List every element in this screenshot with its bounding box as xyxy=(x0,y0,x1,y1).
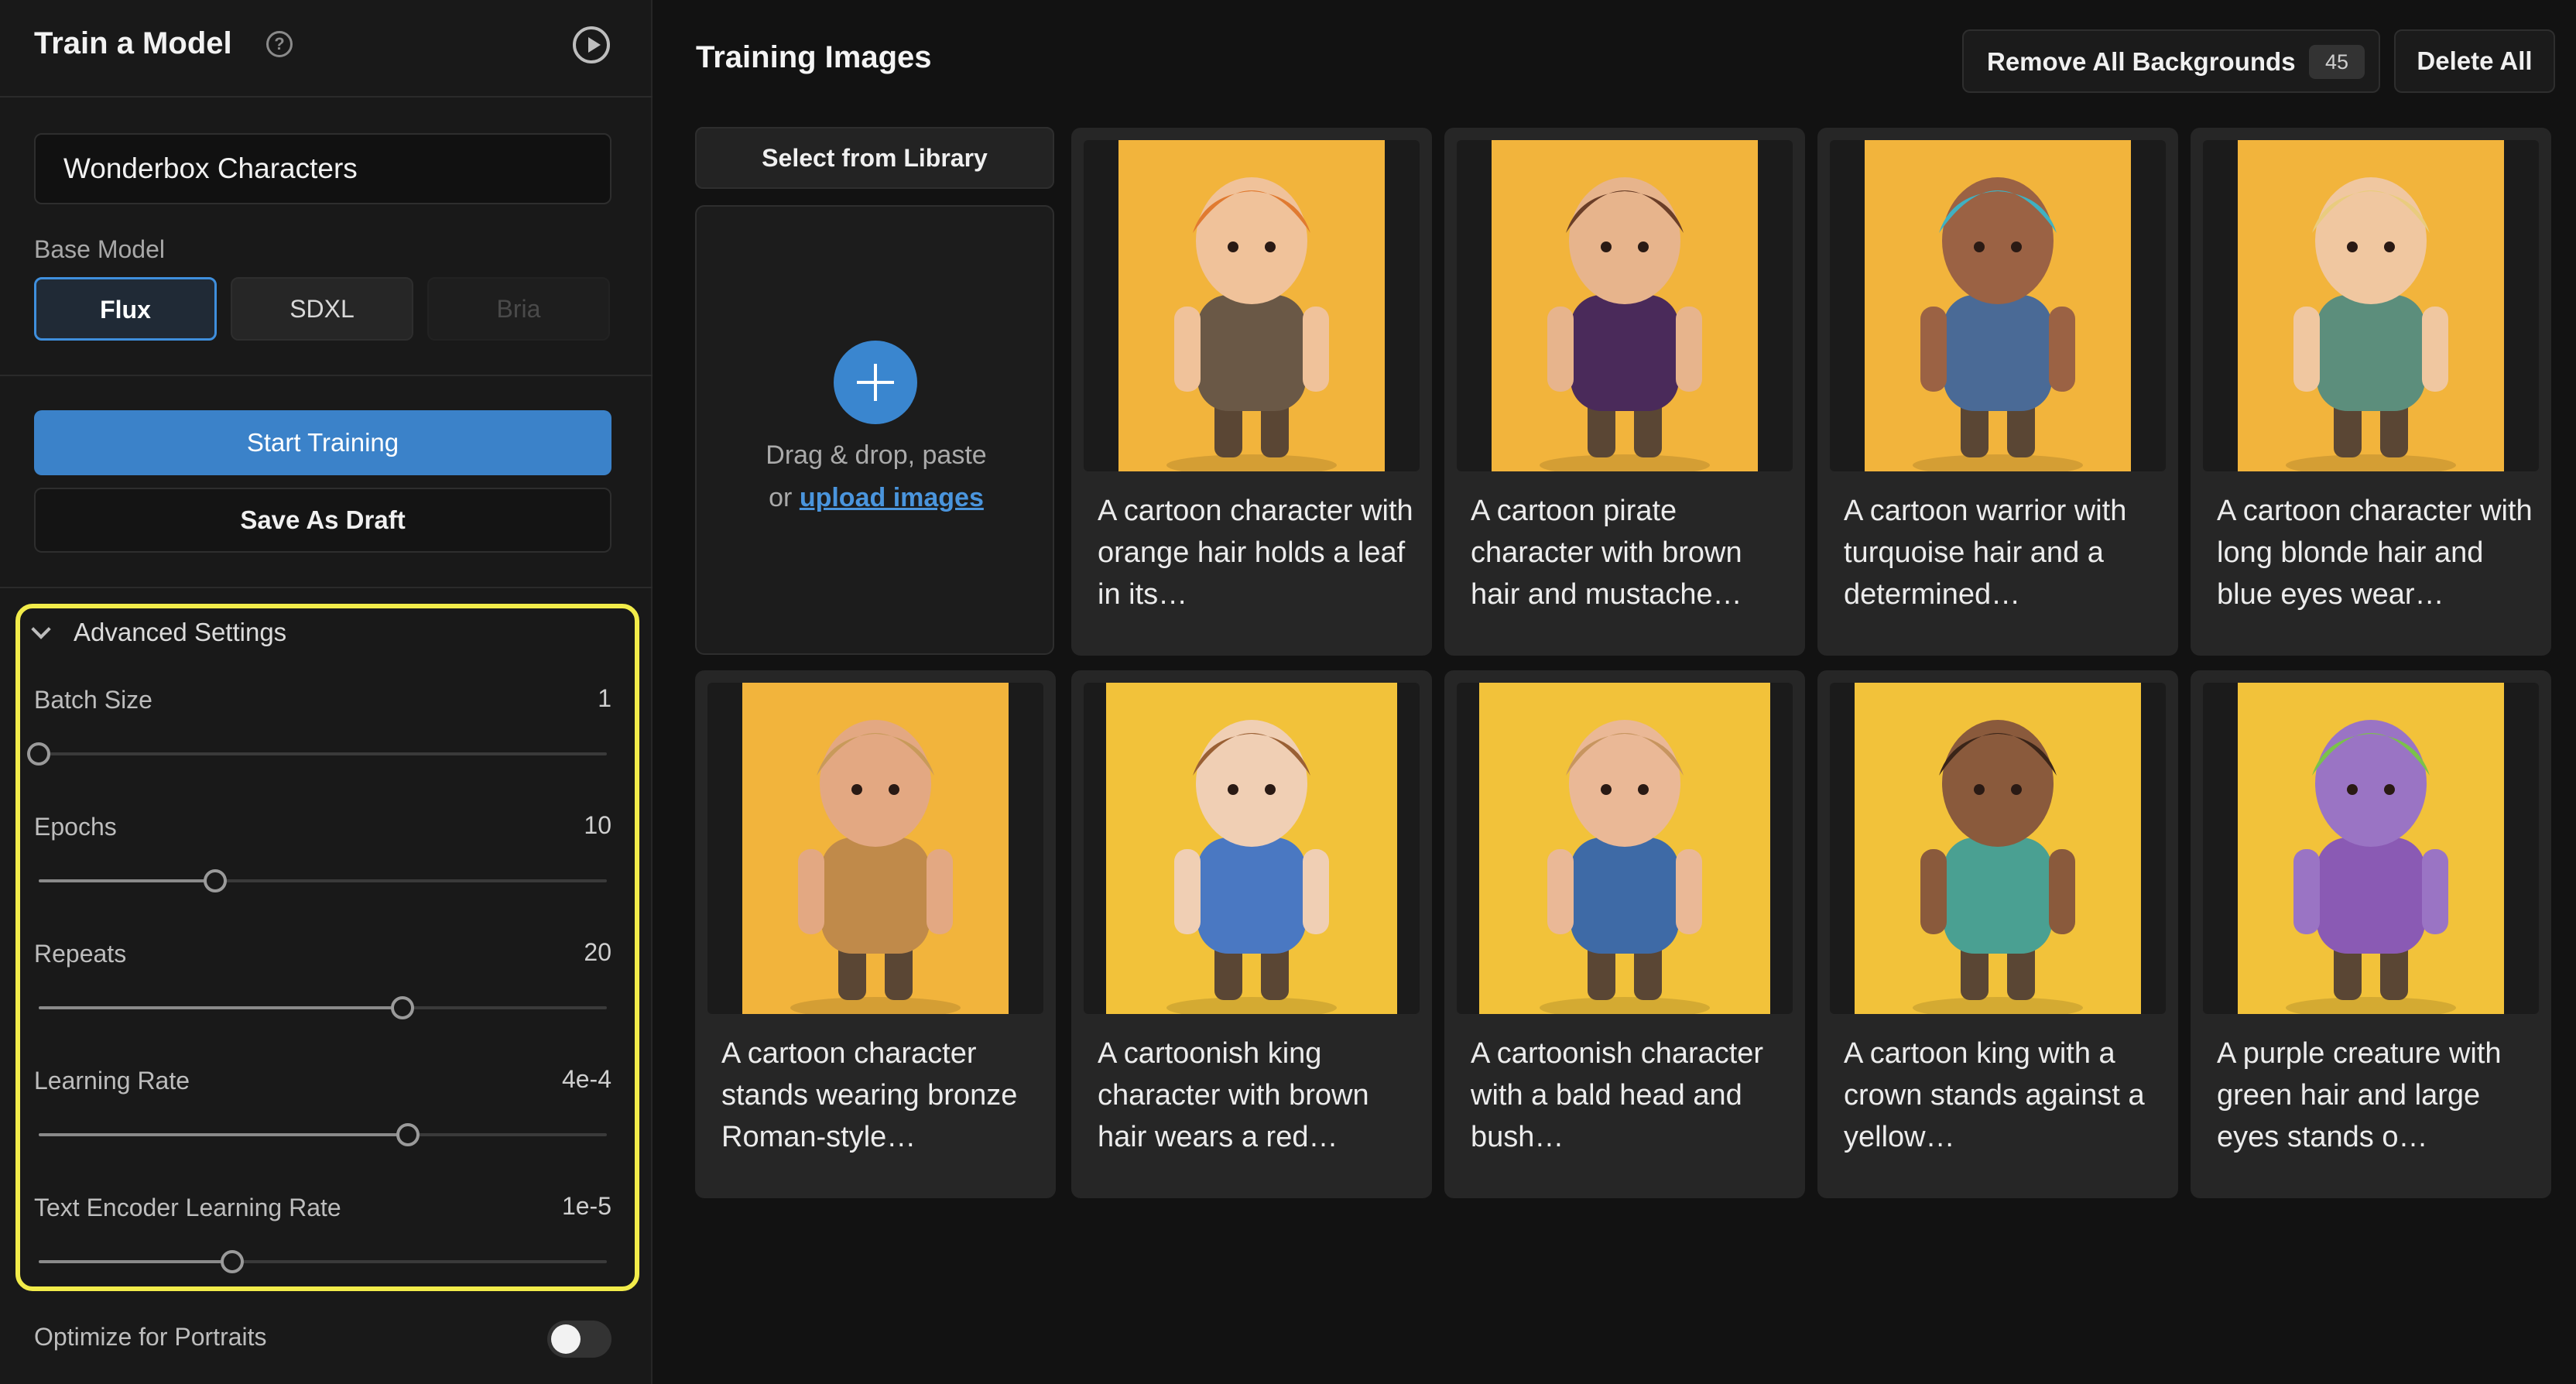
select-from-library-button[interactable]: Select from Library xyxy=(695,127,1054,189)
image-caption: A cartoon character stands wearing bronz… xyxy=(721,1037,1018,1153)
optimize-portraits-label: Optimize for Portraits xyxy=(34,1323,267,1351)
text-encoder-lr-label: Text Encoder Learning Rate xyxy=(34,1194,341,1221)
epochs-label: Epochs xyxy=(34,813,117,841)
base-model-bria-button[interactable]: Bria xyxy=(427,277,610,341)
remove-all-backgrounds-label: Remove All Backgrounds xyxy=(1987,47,2296,76)
image-caption: A cartoon character with orange hair hol… xyxy=(1098,495,1413,611)
text-encoder-lr-value: 1e-5 xyxy=(561,1192,611,1220)
sidebar-header: Train a Model ? xyxy=(0,0,653,98)
image-card[interactable]: A cartoon character with long blonde hai… xyxy=(2191,128,2551,656)
dropzone-text: Drag & drop, paste xyxy=(766,440,987,470)
plus-icon[interactable] xyxy=(834,341,917,424)
image-thumbnail[interactable] xyxy=(1830,683,2166,1014)
delete-all-button[interactable]: Delete All xyxy=(2394,29,2555,93)
character-image xyxy=(742,683,1009,1014)
character-image xyxy=(1479,683,1770,1014)
image-caption: A cartoon warrior with turquoise hair an… xyxy=(1844,495,2127,611)
image-card[interactable]: A purple creature with green hair and la… xyxy=(2191,670,2551,1198)
image-thumbnail[interactable] xyxy=(2203,683,2539,1014)
training-images-title: Training Images xyxy=(696,40,932,74)
base-model-flux-button[interactable]: Flux xyxy=(34,277,217,341)
remove-all-backgrounds-button[interactable]: Remove All Backgrounds 45 xyxy=(1962,29,2380,93)
character-image xyxy=(1855,683,2141,1014)
slider-thumb[interactable] xyxy=(27,742,50,766)
epochs-value: 10 xyxy=(584,811,611,839)
image-card[interactable]: A cartoon character with orange hair hol… xyxy=(1071,128,1432,656)
image-thumbnail[interactable] xyxy=(1084,683,1420,1014)
learning-rate-slider[interactable] xyxy=(39,1123,607,1146)
slider-thumb[interactable] xyxy=(203,869,227,892)
dropzone-prefix: or xyxy=(769,483,800,512)
image-card[interactable]: A cartoonish king character with brown h… xyxy=(1071,670,1432,1198)
image-card[interactable]: A cartoon king with a crown stands again… xyxy=(1817,670,2178,1198)
image-caption: A cartoonish king character with brown h… xyxy=(1098,1037,1369,1153)
save-as-draft-button[interactable]: Save As Draft xyxy=(34,488,611,553)
text-encoder-lr-slider[interactable] xyxy=(39,1250,607,1273)
advanced-settings-toggle[interactable]: Advanced Settings xyxy=(74,618,286,647)
image-thumbnail[interactable] xyxy=(1084,140,1420,471)
play-icon[interactable] xyxy=(573,26,610,63)
start-training-button[interactable]: Start Training xyxy=(34,410,611,475)
image-card[interactable]: A cartoon pirate character with brown ha… xyxy=(1444,128,1805,656)
page-title: Train a Model xyxy=(34,26,232,60)
slider-fill xyxy=(39,1006,402,1009)
image-caption: A cartoon pirate character with brown ha… xyxy=(1471,495,1742,611)
base-model-sdxl-button[interactable]: SDXL xyxy=(231,277,413,341)
repeats-value: 20 xyxy=(584,938,611,966)
toggle-knob xyxy=(551,1324,581,1354)
character-image xyxy=(2238,140,2504,471)
image-count-badge: 45 xyxy=(2309,45,2365,79)
upload-dropzone[interactable]: Drag & drop, paste or upload images xyxy=(695,205,1054,655)
image-thumbnail[interactable] xyxy=(1830,140,2166,471)
character-image xyxy=(1118,140,1385,471)
repeats-label: Repeats xyxy=(34,940,127,968)
slider-fill xyxy=(39,879,215,882)
batch-size-label: Batch Size xyxy=(34,686,152,714)
image-caption: A cartoon king with a crown stands again… xyxy=(1844,1037,2145,1153)
image-thumbnail[interactable] xyxy=(1457,683,1793,1014)
learning-rate-label: Learning Rate xyxy=(34,1067,190,1095)
image-card[interactable]: A cartoon warrior with turquoise hair an… xyxy=(1817,128,2178,656)
image-thumbnail[interactable] xyxy=(1457,140,1793,471)
character-image xyxy=(1492,140,1758,471)
slider-thumb[interactable] xyxy=(220,1250,244,1273)
learning-rate-value: 4e-4 xyxy=(561,1065,611,1093)
optimize-portraits-toggle[interactable] xyxy=(547,1321,611,1358)
image-thumbnail[interactable] xyxy=(2203,140,2539,471)
character-image xyxy=(1865,140,2131,471)
dropzone-text-2: or upload images xyxy=(697,483,1056,513)
model-name-input[interactable] xyxy=(34,133,611,204)
epochs-slider[interactable] xyxy=(39,869,607,892)
slider-fill xyxy=(39,1260,232,1263)
batch-size-value: 1 xyxy=(598,684,611,712)
slider-thumb[interactable] xyxy=(396,1123,420,1146)
slider-fill xyxy=(39,1133,409,1136)
image-caption: A purple creature with green hair and la… xyxy=(2217,1037,2502,1153)
image-card[interactable]: A cartoonish character with a bald head … xyxy=(1444,670,1805,1198)
slider-thumb[interactable] xyxy=(390,996,414,1019)
image-caption: A cartoon character with long blonde hai… xyxy=(2217,495,2533,611)
divider xyxy=(0,587,653,588)
image-thumbnail[interactable] xyxy=(707,683,1043,1014)
sidebar: Train a Model ? Base Model Flux SDXL Bri… xyxy=(0,0,653,1384)
upload-images-link[interactable]: upload images xyxy=(800,483,984,512)
repeats-slider[interactable] xyxy=(39,996,607,1019)
image-caption: A cartoonish character with a bald head … xyxy=(1471,1037,1764,1153)
character-image xyxy=(1106,683,1397,1014)
divider xyxy=(0,375,653,376)
batch-size-slider[interactable] xyxy=(27,742,607,766)
image-card[interactable]: A cartoon character stands wearing bronz… xyxy=(695,670,1056,1198)
character-image xyxy=(2238,683,2504,1014)
help-icon[interactable]: ? xyxy=(266,31,293,57)
base-model-label: Base Model xyxy=(34,235,165,263)
